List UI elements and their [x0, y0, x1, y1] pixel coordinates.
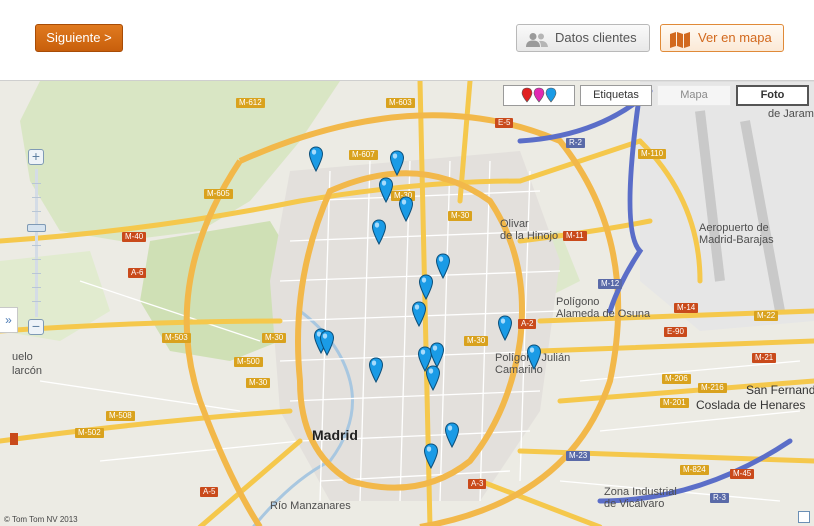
- colored-pins-icon: [521, 87, 557, 103]
- zoom-tick: [32, 259, 41, 260]
- expand-panel-button[interactable]: »: [0, 307, 18, 333]
- top-toolbar: Siguiente > Datos clientes Ver en mapa: [0, 0, 814, 80]
- label-alameda-osuna: Alameda de Osuna: [556, 308, 651, 320]
- road-label: M-216: [698, 383, 727, 393]
- label-alarcon: larcón: [12, 365, 42, 377]
- label-zona-industrial: Zona Industrial: [604, 486, 677, 498]
- zoom-track[interactable]: [35, 169, 38, 317]
- location-marker[interactable]: [526, 344, 542, 371]
- label-aeropuerto: Aeropuerto de: [699, 222, 769, 234]
- location-marker[interactable]: [368, 357, 384, 384]
- client-data-button[interactable]: Datos clientes: [516, 24, 650, 52]
- road-label: M-824: [680, 465, 709, 475]
- label-jarama: de Jarama: [768, 108, 814, 120]
- location-marker[interactable]: [425, 365, 441, 392]
- location-marker[interactable]: [418, 274, 434, 301]
- view-on-map-button[interactable]: Ver en mapa: [660, 24, 784, 52]
- map-copyright: © Tom Tom NV 2013: [4, 515, 78, 524]
- road-label: A-5: [200, 487, 219, 497]
- label-madrid: Madrid: [312, 427, 358, 443]
- location-marker[interactable]: [497, 315, 513, 342]
- client-data-label: Datos clientes: [555, 30, 637, 45]
- marker-filter-button[interactable]: [503, 85, 575, 106]
- location-marker[interactable]: [398, 196, 414, 223]
- map-icon: [670, 31, 690, 57]
- zoom-tick: [32, 183, 41, 184]
- zoom-tick: [32, 287, 41, 288]
- road-label: M-30: [246, 378, 271, 388]
- road-label: M-11: [563, 231, 587, 241]
- location-marker[interactable]: [435, 253, 451, 280]
- map-view[interactable]: Madrid Olivar de la Hinojo Aeropuerto de…: [0, 80, 814, 526]
- road-label: R-2: [566, 138, 585, 148]
- road-label: M-603: [386, 98, 415, 108]
- label-coslada: Coslada de Henares: [696, 398, 806, 412]
- road-label: M-502: [75, 428, 104, 438]
- labels-toggle[interactable]: Etiquetas: [580, 85, 652, 106]
- road-label: M-607: [349, 150, 378, 160]
- zoom-tick: [32, 197, 41, 198]
- zoom-slider-handle[interactable]: [27, 224, 46, 232]
- road-label: A-6: [128, 268, 147, 278]
- zoom-out-button[interactable]: −: [28, 319, 44, 335]
- users-icon: [526, 31, 548, 57]
- road-label: M-14: [674, 303, 699, 313]
- road-label: M-12: [598, 279, 623, 289]
- zoom-tick: [32, 211, 41, 212]
- road-label: M-30: [448, 211, 473, 221]
- map-edge-marker: [10, 433, 18, 445]
- view-on-map-label: Ver en mapa: [698, 30, 772, 45]
- location-marker[interactable]: [371, 219, 387, 246]
- road-label: E-5: [495, 118, 514, 128]
- label-rio-manzanares: Río Manzanares: [270, 500, 351, 512]
- road-label: M-21: [752, 353, 777, 363]
- location-marker[interactable]: [411, 301, 427, 328]
- label-barajas: Madrid-Barajas: [699, 234, 774, 246]
- location-marker[interactable]: [423, 443, 439, 470]
- location-marker[interactable]: [319, 330, 335, 357]
- zoom-control: + −: [26, 149, 48, 339]
- location-marker[interactable]: [378, 177, 394, 204]
- label-vicalvaro: de Vicálvaro: [604, 498, 665, 510]
- road-label: M-30: [464, 336, 489, 346]
- label-pozuelo: uelo: [12, 351, 33, 363]
- photo-view-toggle[interactable]: Foto: [736, 85, 809, 106]
- zoom-tick: [32, 301, 41, 302]
- road-label: M-500: [234, 357, 263, 367]
- label-poligono-alameda: Polígono: [556, 296, 600, 308]
- location-marker[interactable]: [444, 422, 460, 449]
- label-san-fernando: San Fernando: [746, 383, 814, 397]
- road-label: M-605: [204, 189, 233, 199]
- road-label: R-3: [710, 493, 729, 503]
- location-marker[interactable]: [389, 150, 405, 177]
- road-label: E-90: [664, 327, 687, 337]
- road-label: M-508: [106, 411, 135, 421]
- road-label: A-3: [468, 479, 487, 489]
- road-label: M-503: [162, 333, 191, 343]
- road-label: M-110: [638, 149, 667, 159]
- road-label: M-206: [662, 374, 691, 384]
- label-olivar: Olivar: [500, 218, 529, 230]
- zoom-tick: [32, 245, 41, 246]
- road-label: M-22: [754, 311, 779, 321]
- next-button[interactable]: Siguiente >: [35, 24, 123, 52]
- label-hinojo: de la Hinojo: [500, 230, 559, 242]
- location-marker[interactable]: [308, 146, 324, 173]
- road-label: M-201: [660, 398, 689, 408]
- road-label: M-30: [262, 333, 287, 343]
- road-label: M-40: [122, 232, 147, 242]
- zoom-in-button[interactable]: +: [28, 149, 44, 165]
- road-label: M-23: [566, 451, 591, 461]
- road-label: M-45: [730, 469, 755, 479]
- road-label: M-612: [236, 98, 265, 108]
- map-view-toggle[interactable]: Mapa: [657, 85, 731, 106]
- map-resize-corner[interactable]: [798, 511, 810, 523]
- zoom-tick: [32, 273, 41, 274]
- road-label: A-2: [518, 319, 537, 329]
